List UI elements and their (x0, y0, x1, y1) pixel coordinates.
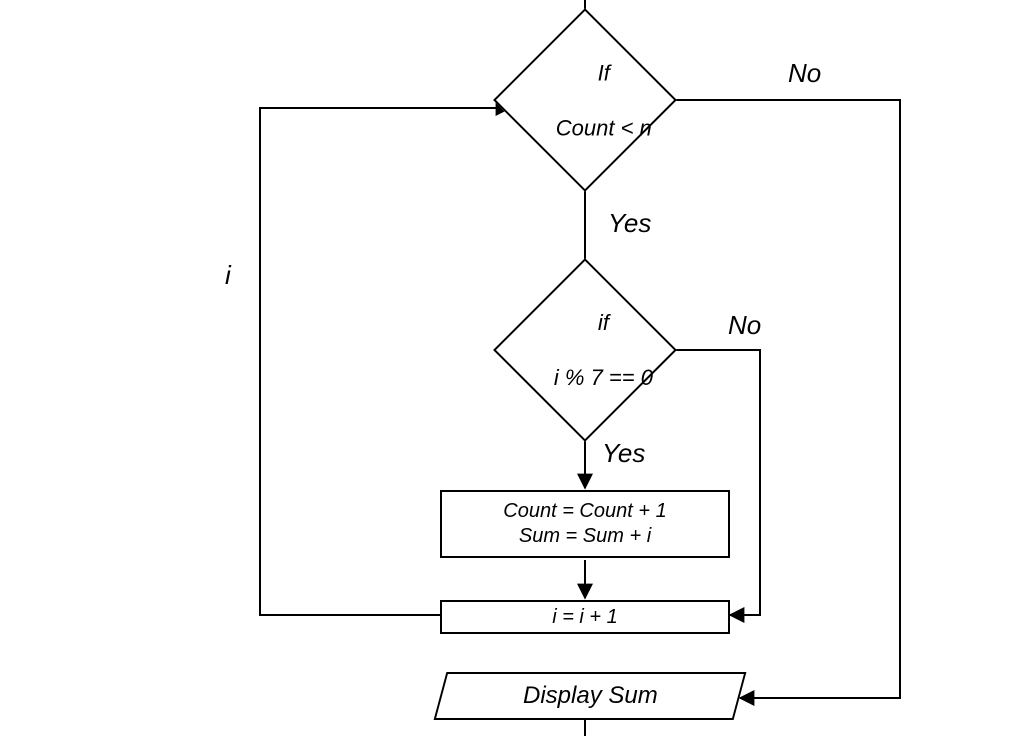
decision2-line2: i % 7 == 0 (554, 365, 653, 390)
label-loop-side: i (225, 260, 231, 291)
io-display-sum-text: Display Sum (523, 682, 658, 710)
process-increment-i: i = i + 1 (440, 600, 730, 634)
process1-line1: Count = Count + 1 (503, 499, 666, 524)
label-d2-yes: Yes (602, 438, 645, 469)
decision1-line1: If (597, 60, 609, 85)
decision-count-lt-n: If Count < n (493, 8, 677, 192)
decision2-line1: if (598, 310, 609, 335)
process1-line2: Sum = Sum + i (519, 524, 651, 549)
label-d1-yes: Yes (608, 208, 651, 239)
label-d1-no: No (788, 58, 821, 89)
io-display-sum: Display Sum (434, 672, 747, 720)
process-update-count-sum: Count = Count + 1 Sum = Sum + i (440, 490, 730, 558)
label-d2-no: No (728, 310, 761, 341)
process2-text: i = i + 1 (552, 605, 618, 630)
decision-i-mod-7: if i % 7 == 0 (493, 258, 677, 442)
flowchart-canvas: If Count < n if i % 7 == 0 Count = Count… (0, 0, 1024, 736)
decision1-line2: Count < n (555, 115, 651, 140)
